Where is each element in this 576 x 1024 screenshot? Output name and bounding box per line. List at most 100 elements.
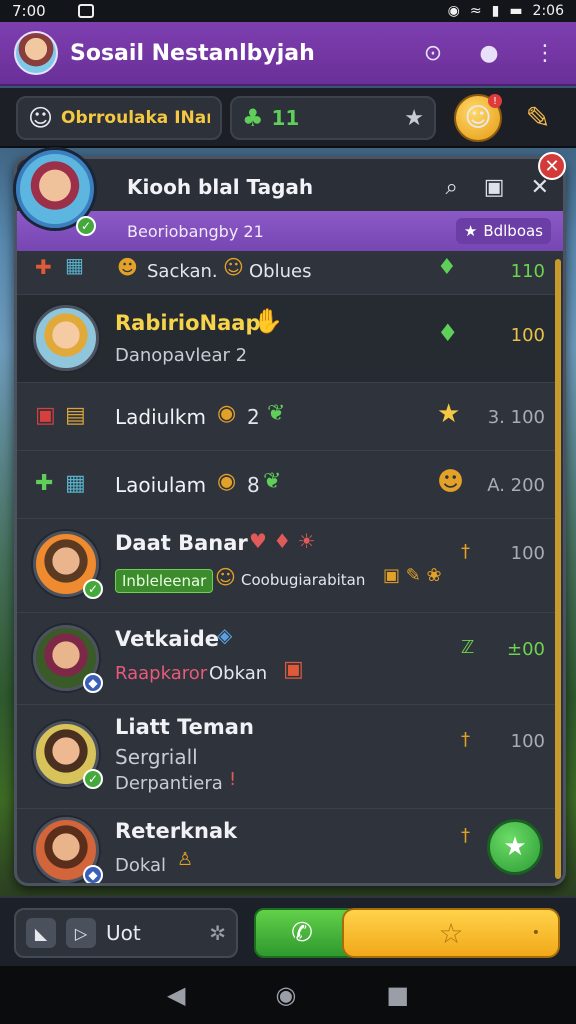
row-value: 3. 100 xyxy=(487,407,545,428)
gem-icon: ♣ xyxy=(242,104,264,132)
bottom-bar: ◣ ▷ Uot ✲ ✆ ☆ • xyxy=(0,896,576,966)
coin-icon: ◉ xyxy=(217,401,237,426)
panel-title: Kiooh blal Tagah xyxy=(127,175,314,199)
row-sub2: Derpantiera xyxy=(115,773,223,794)
app-bar: Sosail Nestanlbyjah ⊙ ● ⋮ xyxy=(0,22,576,86)
items-icon: ▣ ✎ ❀ xyxy=(383,565,442,586)
dot-icon: • xyxy=(531,925,540,941)
row-sub: Obkan xyxy=(209,663,268,684)
status-clock: 2:06 xyxy=(532,3,564,19)
list-item[interactable]: ✓ Daat Banar ♥ ♦ ☀ Inbleleenar ☺ Coobugi… xyxy=(17,519,557,613)
leaf-icon: ❦ xyxy=(267,401,286,426)
favorite-star-icon[interactable]: ★ xyxy=(404,106,424,131)
row-tag: Raapkaror xyxy=(115,663,208,684)
list-item[interactable]: ◆ Vetkaide ◈ Raapkaror Obkan ▣ ℤ ±00 xyxy=(17,613,557,705)
row-tag: Inbleleenar xyxy=(115,569,214,593)
back-icon[interactable]: ◣ xyxy=(26,918,56,948)
play-icon[interactable]: ▷ xyxy=(66,918,96,948)
pin-icon: † xyxy=(461,825,470,846)
row-sub: Oblues xyxy=(249,261,312,282)
battery-icon: ▬ xyxy=(509,3,523,19)
bottom-star-icon[interactable]: ✲ xyxy=(209,921,226,945)
row-value: A. 200 xyxy=(487,475,545,496)
nav-recents-icon[interactable]: ■ xyxy=(386,981,409,1009)
drop-icon: ◈ xyxy=(217,623,233,647)
verified-icon: ✓ xyxy=(76,216,96,236)
pin-icon: † xyxy=(461,729,470,750)
friend-avatar xyxy=(33,305,99,371)
resource-bar: ☺ Obrroulaka INant ♣ 11 ★ ☺! ✎ xyxy=(0,88,576,148)
emoji-reward-button[interactable]: ☺! xyxy=(454,94,502,142)
close-icon[interactable]: ✕ xyxy=(538,152,566,180)
map-icon: ▦ xyxy=(65,253,84,277)
filter-button[interactable]: ★ Bdlboas xyxy=(455,218,551,244)
plus-icon: ✚ xyxy=(35,471,54,496)
row-name: RabirioNaap xyxy=(115,311,261,335)
chat-icon[interactable]: ● xyxy=(472,36,506,70)
favorite-fab-button[interactable]: ★ xyxy=(487,819,543,875)
list-item[interactable]: ✚ ▦ Laoiulam ◉ 8 ❦ ☻ A. 200 xyxy=(17,451,557,519)
pin-icon: † xyxy=(461,541,470,562)
row-name: Sackan. xyxy=(147,261,218,282)
chat-button[interactable]: ✆ xyxy=(254,908,350,958)
friend-list: ✚ ▦ ☻ Sackan. ☺ Oblues ♦ 110 RabirioNaap… xyxy=(17,251,563,883)
more-menu-icon[interactable]: ⋮ xyxy=(528,36,562,70)
row-name: Daat Banar xyxy=(115,531,248,555)
bottom-label: Uot xyxy=(106,921,141,945)
player-avatar[interactable] xyxy=(14,31,58,75)
friends-panel: Kiooh blal Tagah ⌕ ▣ ✕ Beoriobangby 21 ★… xyxy=(14,156,566,886)
gem-icon: ♦ xyxy=(437,255,457,280)
currency-chip[interactable]: ☺ Obrroulaka INant xyxy=(16,96,222,140)
row-value: ±00 xyxy=(507,639,545,660)
star-action-button[interactable]: ☆ • xyxy=(342,908,560,958)
currency-label: Obrroulaka INant xyxy=(61,108,210,128)
app-title: Sosail Nestanlbyjah xyxy=(70,40,315,66)
list-item[interactable]: ✓ Liatt Teman Sergriall Derpantiera ! † … xyxy=(17,705,557,809)
row-sub: Sergriall xyxy=(115,745,198,769)
coin-icon: ☺ xyxy=(215,565,236,589)
nav-home-icon[interactable]: ◉ xyxy=(275,981,296,1009)
row-value: 100 xyxy=(510,543,545,564)
list-item[interactable]: ✚ ▦ ☻ Sackan. ☺ Oblues ♦ 110 xyxy=(17,251,557,295)
bottom-left-group: ◣ ▷ Uot ✲ xyxy=(14,908,238,958)
panel-header: Kiooh blal Tagah ⌕ ▣ ✕ xyxy=(17,159,563,215)
list-item[interactable]: ▣ ▤ Ladiulkm ◉ 2 ❦ ★ 3. 100 xyxy=(17,383,557,451)
signal-icon: ▮ xyxy=(491,3,500,19)
row-sub: Coobugiarabitan xyxy=(241,571,366,589)
coin-icon: ◉ xyxy=(217,469,237,494)
map-icon: ▦ xyxy=(65,471,86,496)
nav-back-icon[interactable]: ◀ xyxy=(167,981,185,1009)
wifi-icon: ≈ xyxy=(469,3,482,19)
alert-icon: ! xyxy=(229,769,237,790)
face-icon: ☺ xyxy=(223,255,244,279)
coin-icon: ☻ xyxy=(117,255,138,279)
smiley-icon: ☺ xyxy=(28,104,54,132)
gift-icon: ▣ xyxy=(283,657,304,682)
panel-share-icon[interactable]: ▣ xyxy=(484,175,505,200)
star-icon: ☆ xyxy=(438,916,464,950)
gems-chip[interactable]: ♣ 11 ★ xyxy=(230,96,436,140)
panel-subheader: Beoriobangby 21 ★ Bdlboas xyxy=(17,211,563,251)
location-icon: ◉ xyxy=(447,3,460,19)
arrow-icon: ℤ xyxy=(461,637,475,658)
list-item[interactable]: RabirioNaap ✋ Danopavlear 2 ♦ 100 xyxy=(17,295,557,383)
panel-search-icon[interactable]: ⌕ xyxy=(445,175,457,200)
list-item[interactable]: ◆ Reterknak Dokal ♙ † xyxy=(17,809,557,883)
notification-dot: ! xyxy=(488,94,502,108)
tools-icon[interactable]: ✎ xyxy=(514,94,562,142)
row-sub: 8 xyxy=(247,473,260,497)
emoji-icon: ☻ xyxy=(437,467,465,497)
row-name: Vetkaide xyxy=(115,627,219,651)
search-icon[interactable]: ⊙ xyxy=(416,36,450,70)
row-sub: Danopavlear 2 xyxy=(115,345,248,366)
badge-icon: ◆ xyxy=(83,673,103,693)
row-sub: Dokal xyxy=(115,855,167,876)
scrollbar[interactable] xyxy=(555,259,561,879)
speech-bubble-icon: ✆ xyxy=(291,918,313,948)
gem-icon: ♦ xyxy=(437,319,459,347)
row-sub: 2 xyxy=(247,405,260,429)
row-value: 100 xyxy=(510,731,545,752)
gems-count: 11 xyxy=(271,106,300,130)
verified-icon: ✓ xyxy=(83,579,103,599)
balloon-icon: ♥ ♦ ☀ xyxy=(249,529,316,553)
